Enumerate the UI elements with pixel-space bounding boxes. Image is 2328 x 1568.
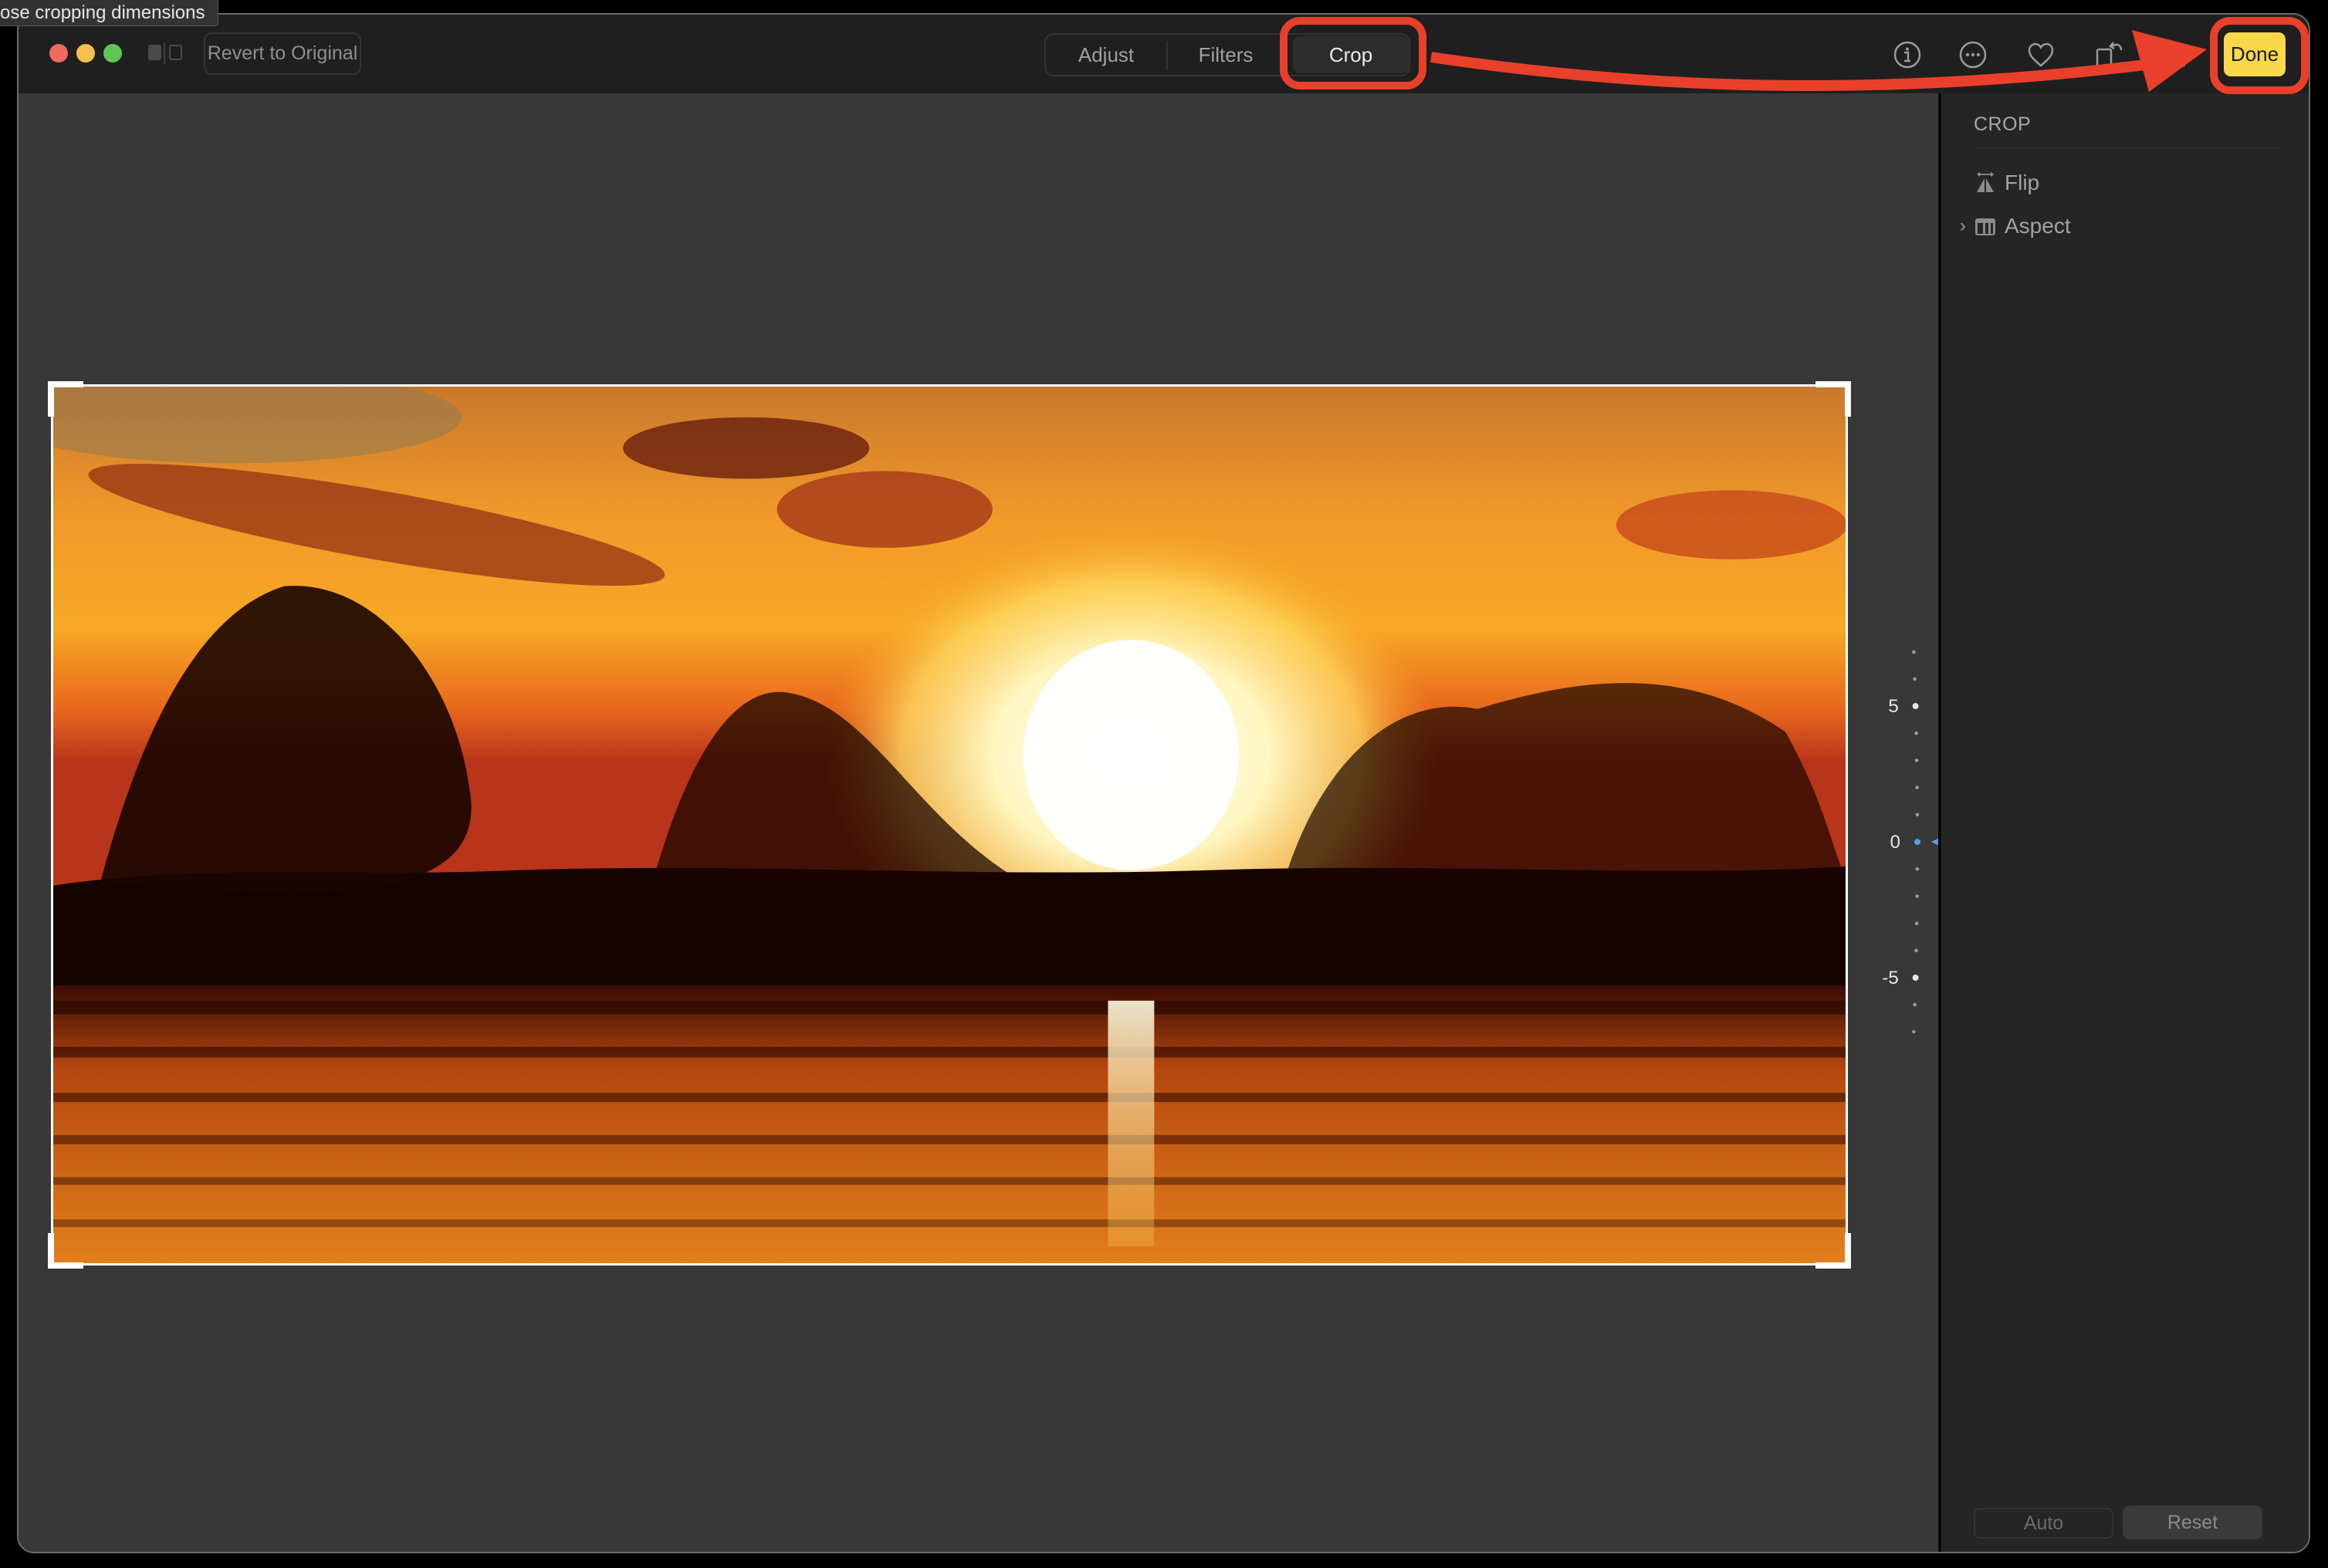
sidebar-item-aspect[interactable]: › Aspect [1952,209,2071,243]
rotate-icon[interactable] [2095,40,2124,69]
annotation-highlight-crop [1280,17,1426,90]
after-view-icon [169,45,182,60]
crop-sidebar: CROP Flip › Aspect Auto Reset [1941,93,2309,1552]
before-view-icon [148,45,161,60]
crop-handle-top-right[interactable] [1845,381,1851,417]
dial-minor-tick [1914,921,1919,925]
chevron-right-icon[interactable]: › [1952,215,1974,237]
crop-handle-bottom-left[interactable] [48,1233,54,1269]
dial-minor-tick [1915,813,1920,817]
close-window-button[interactable] [49,44,68,63]
flip-icon [1974,171,1997,194]
sidebar-item-label: Aspect [2005,214,2071,238]
tab-filters[interactable]: Filters [1168,35,1284,75]
more-options-icon[interactable] [1958,40,1988,69]
photo-canvas: 151050-5-10-15 [19,93,1942,1552]
auto-button[interactable]: Auto [1974,1508,2113,1539]
reset-button[interactable]: Reset [2123,1505,2262,1539]
dial-minor-tick [1915,786,1919,789]
crop-handle-top-left[interactable] [48,381,54,417]
photo-image[interactable] [51,384,1848,1266]
dial-minor-tick [1914,731,1918,735]
dial-label: 5 [1888,696,1898,717]
dial-major-tick [1912,703,1919,710]
toolbar: Revert to Original Adjust Filters Crop D… [19,15,2309,93]
aspect-icon [1974,215,1997,238]
dial-label: 0 [1890,832,1900,853]
dial-minor-tick [1912,1029,1916,1034]
divider [164,42,165,64]
magic-wand-icon[interactable] [2161,40,2191,69]
maximize-window-button[interactable] [103,44,122,63]
dial-minor-tick [1913,677,1917,681]
sidebar-item-flip[interactable]: Flip [1952,166,2039,200]
tooltip: ose cropping dimensions [0,0,218,26]
dial-label: -5 [1882,968,1898,988]
dial-minor-tick [1913,1002,1917,1007]
dial-minor-tick [1914,948,1918,953]
tab-adjust[interactable]: Adjust [1046,35,1166,75]
dial-major-tick [1914,839,1920,845]
favorite-heart-icon[interactable] [2026,40,2056,69]
revert-to-original-button[interactable]: Revert to Original [204,32,361,75]
info-icon[interactable] [1893,40,1922,69]
sidebar-header: CROP [1974,113,2032,135]
dial-major-tick [1912,974,1919,981]
dial-minor-tick [1912,650,1916,654]
crop-handle-bottom-right[interactable] [1845,1233,1851,1269]
dial-minor-tick [1915,867,1920,871]
sidebar-item-label: Flip [2005,171,2040,194]
dial-minor-tick [1914,759,1919,762]
dial-minor-tick [1915,894,1919,898]
photos-edit-window: Revert to Original Adjust Filters Crop D… [17,13,2310,1553]
divider [1974,147,2281,149]
compare-toggle-button[interactable] [148,42,188,66]
minimize-window-button[interactable] [76,44,95,63]
annotation-highlight-done [2210,17,2309,94]
